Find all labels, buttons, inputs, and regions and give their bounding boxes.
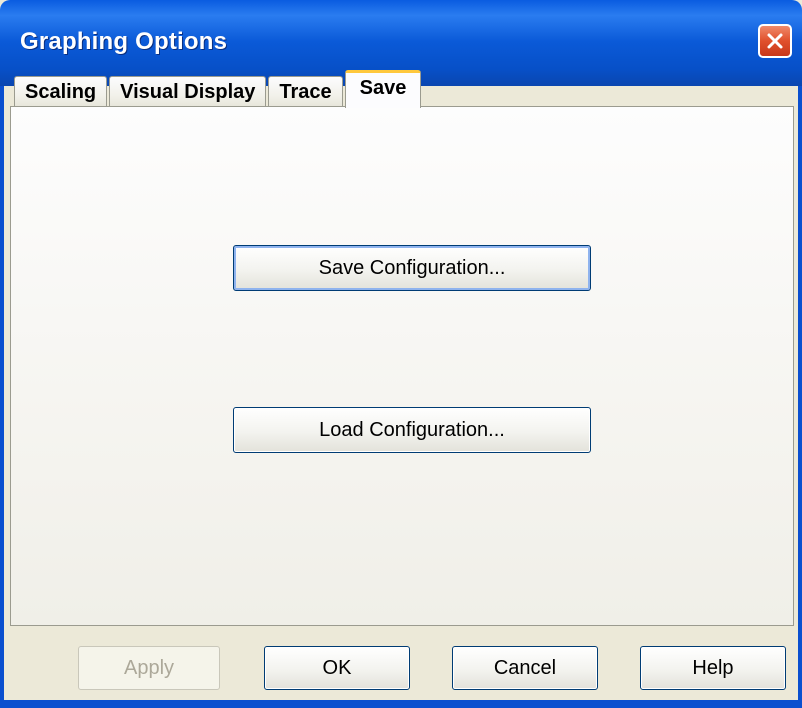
tab-strip: Scaling Visual Display Trace Save	[14, 70, 423, 108]
save-configuration-button[interactable]: Save Configuration...	[233, 245, 591, 291]
close-icon	[767, 33, 783, 49]
cancel-button[interactable]: Cancel	[452, 646, 598, 690]
tab-trace[interactable]: Trace	[268, 76, 343, 108]
save-tab-panel: Save Configuration... Load Configuration…	[10, 106, 794, 626]
tab-label: Scaling	[25, 81, 97, 103]
window-border-right	[798, 86, 802, 708]
apply-label: Apply	[123, 656, 175, 679]
save-configuration-label: Save Configuration...	[318, 256, 506, 279]
load-configuration-button[interactable]: Load Configuration...	[233, 407, 591, 453]
apply-button[interactable]: Apply	[78, 646, 220, 690]
graphing-options-dialog: Graphing Options Scaling Visual Display …	[0, 0, 802, 708]
tab-save[interactable]: Save	[344, 70, 422, 108]
dialog-button-bar: Apply OK Cancel Help	[4, 630, 798, 708]
tab-label: Visual Display	[120, 81, 256, 103]
window-border-left	[0, 86, 4, 708]
close-button[interactable]	[758, 24, 792, 58]
ok-button[interactable]: OK	[264, 646, 410, 690]
help-label: Help	[692, 656, 734, 679]
cancel-label: Cancel	[493, 656, 557, 679]
help-button[interactable]: Help	[640, 646, 786, 690]
tab-scaling[interactable]: Scaling	[14, 76, 108, 108]
tab-visual-display[interactable]: Visual Display	[109, 76, 267, 108]
window-border-bottom	[4, 700, 798, 708]
window-title: Graphing Options	[20, 28, 228, 55]
ok-label: OK	[322, 656, 352, 679]
tab-label: Trace	[279, 81, 332, 103]
load-configuration-label: Load Configuration...	[319, 418, 505, 441]
tab-label: Save	[359, 77, 407, 99]
